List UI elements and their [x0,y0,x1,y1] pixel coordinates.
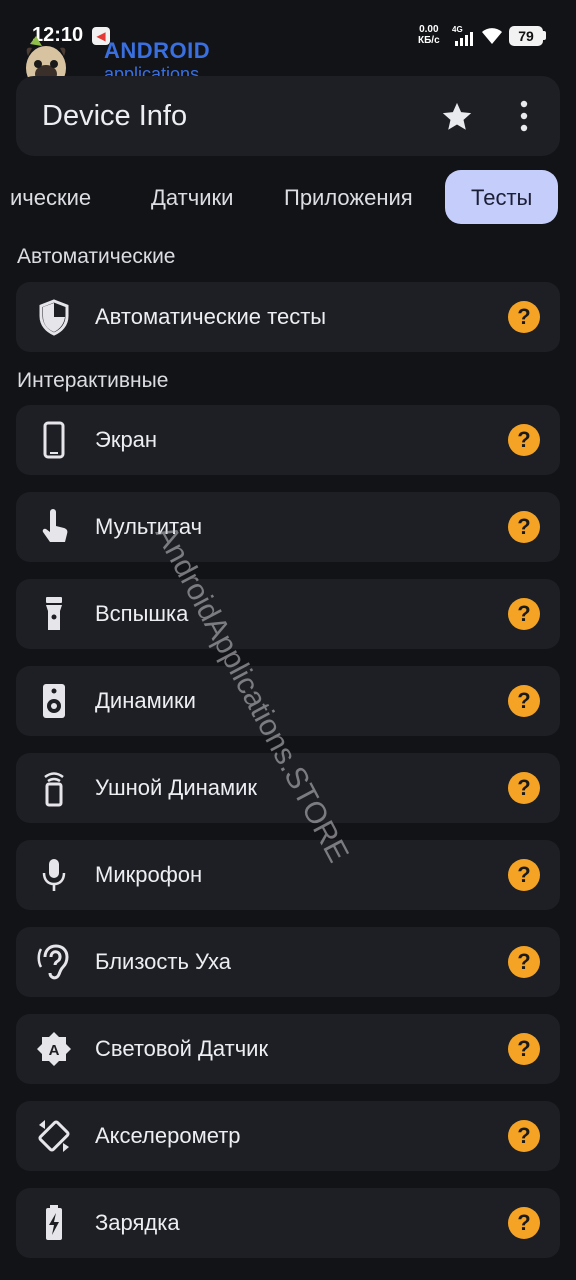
speed-unit: КБ/с [418,35,440,46]
shield-icon [39,299,69,336]
battery-tip [543,31,546,40]
signal-icon: 4G [452,25,473,46]
item-label: Близость Уха [95,949,232,974]
item-label: Акселерометр [95,1123,241,1148]
help-button[interactable]: ? [508,1207,540,1239]
brand-line-1: ANDROID [104,38,211,63]
item-label: Экран [95,427,158,452]
app-title: Device Info [42,100,188,132]
test-item-multitouch[interactable]: Мультитач ? [16,492,560,562]
ear-icon [37,944,69,980]
more-vert-icon[interactable] [510,98,538,134]
wifi-icon [482,28,502,44]
item-label: Ушной Динамик [95,775,258,800]
rotate-icon [38,1120,70,1152]
phone-icon [43,421,65,459]
battery-charging-icon [46,1205,62,1240]
test-item-flash[interactable]: Вспышка ? [16,579,560,649]
tab-bar: ические Датчики Приложения Тесты [0,170,576,224]
earpiece-icon [44,772,64,807]
help-button[interactable]: ? [508,1033,540,1065]
help-button[interactable]: ? [508,1120,540,1152]
test-item-screen[interactable]: Экран ? [16,405,560,475]
section-title-interactive: Интерактивные [17,369,169,392]
speed-value: 0.00 [419,24,439,35]
top-app-bar: Device Info [16,76,560,156]
help-button[interactable]: ? [508,424,540,456]
test-item-automatic-tests[interactable]: Автоматические тесты ? [16,282,560,352]
tab-dynamic[interactable]: ические [10,170,91,224]
test-item-charging[interactable]: Зарядка ? [16,1188,560,1258]
speaker-icon [43,684,65,718]
help-button[interactable]: ? [508,511,540,543]
tab-tests[interactable]: Тесты [445,170,559,224]
help-button[interactable]: ? [508,946,540,978]
svg-text:A: A [49,1042,60,1059]
test-item-speakers[interactable]: Динамики ? [16,666,560,736]
tab-sensors[interactable]: Датчики [151,170,233,224]
network-type: 4G [452,25,463,34]
item-label: Зарядка [95,1210,180,1235]
help-button[interactable]: ? [508,598,540,630]
section-title-automatic: Автоматические [17,245,176,268]
battery-indicator: 79 [509,26,543,46]
item-label: Микрофон [95,862,203,887]
tab-apps[interactable]: Приложения [284,170,413,224]
light-sensor-icon: A [37,1032,71,1066]
test-item-microphone[interactable]: Микрофон ? [16,840,560,910]
item-label: Световой Датчик [95,1036,269,1061]
help-button[interactable]: ? [508,772,540,804]
microphone-icon [42,859,66,891]
network-speed: 0.00 КБ/с [418,24,440,46]
help-button[interactable]: ? [508,301,540,333]
test-item-ear-proximity[interactable]: Близость Уха ? [16,927,560,997]
test-item-accelerometer[interactable]: Акселерометр ? [16,1101,560,1171]
help-button[interactable]: ? [508,685,540,717]
item-label: Вспышка [95,601,189,626]
item-label: Автоматические тесты [95,304,327,329]
touch-icon [42,509,68,542]
help-button[interactable]: ? [508,859,540,891]
star-icon[interactable] [440,100,474,134]
flashlight-icon [46,597,62,630]
test-item-light-sensor[interactable]: A Световой Датчик ? [16,1014,560,1084]
item-label: Динамики [95,688,196,713]
